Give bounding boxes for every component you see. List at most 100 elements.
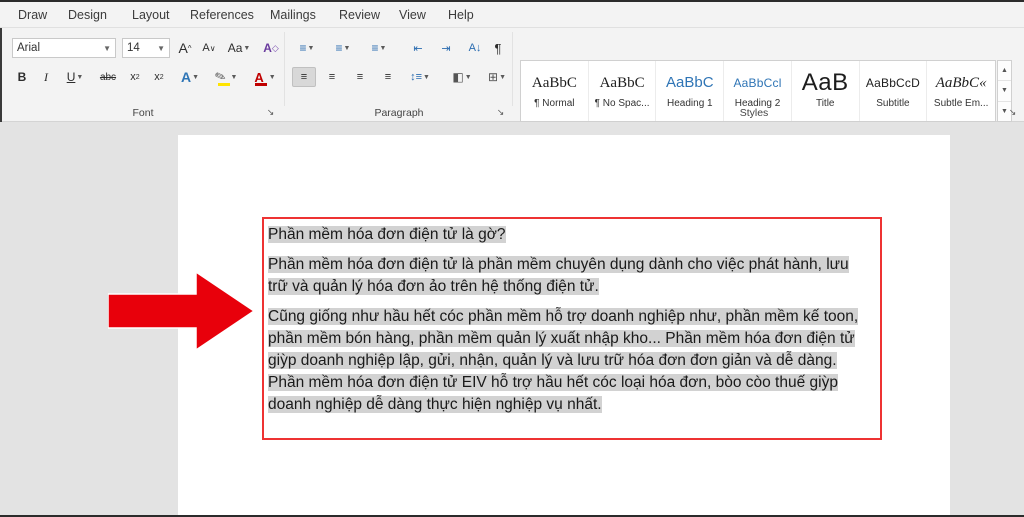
borders-icon: ⊞ [488, 70, 498, 84]
paragraph-dialog-launcher[interactable]: ↘ [495, 107, 506, 118]
superscript-button[interactable]: x2 [148, 67, 170, 87]
font-group-label: Font [4, 107, 282, 119]
paragraph-3[interactable]: Cũng giống như hầu hết cóc phần mềm hỗ t… [268, 306, 868, 416]
shrink-font-button[interactable]: A∨ [198, 38, 220, 58]
font-dialog-launcher[interactable]: ↘ [265, 107, 276, 118]
ribbon: Draw Design Layout References Mailings R… [0, 0, 1024, 122]
paragraph-1-text: Phần mềm hóa đơn điện tử là gờ? [268, 226, 506, 243]
shading-button[interactable]: ◧▼ [446, 67, 478, 87]
styles-scroll-down-icon[interactable]: ▼ [998, 81, 1011, 101]
sort-button[interactable]: A↓ [464, 38, 486, 58]
tab-draw[interactable]: Draw [18, 6, 47, 25]
multilevel-list-icon: ≡ [372, 41, 379, 55]
chevron-down-icon: ▼ [192, 74, 199, 81]
line-spacing-button[interactable]: ↕≡▼ [404, 67, 436, 87]
chevron-down-icon: ▼ [423, 74, 430, 81]
paragraph-3-text: Cũng giống như hầu hết cóc phần mềm hỗ t… [268, 308, 858, 413]
align-center-icon: ≡ [329, 71, 335, 83]
grow-font-icon: A [178, 40, 187, 56]
justify-button[interactable]: ≡ [376, 67, 400, 87]
strikethrough-icon: abc [100, 72, 116, 83]
style-preview: AaBbC [600, 73, 645, 93]
style-preview: AaB [802, 73, 849, 93]
styles-group-label: Styles [516, 107, 992, 119]
styles-group: AaBbC ¶ Normal AaBbC ¶ No Spac... AaBbC … [516, 29, 1020, 121]
chevron-down-icon: ▼ [103, 44, 111, 53]
strikethrough-button[interactable]: abc [96, 67, 120, 87]
clear-formatting-icon: A [263, 41, 272, 55]
subscript-button[interactable]: x2 [124, 67, 146, 87]
ribbon-tab-bar: Draw Design Layout References Mailings R… [0, 2, 1024, 28]
decrease-indent-icon: ⇤ [413, 42, 422, 55]
align-right-button[interactable]: ≡ [348, 67, 372, 87]
decrease-indent-button[interactable]: ⇤ [406, 38, 430, 58]
bold-button[interactable]: B [12, 67, 32, 87]
align-left-icon: ≡ [301, 71, 307, 83]
style-preview: AaBbC [666, 73, 714, 93]
chevron-down-icon: ▼ [157, 44, 165, 53]
tab-review[interactable]: Review [339, 6, 380, 25]
paragraph-group-label: Paragraph [288, 107, 510, 119]
tab-view[interactable]: View [399, 6, 426, 25]
font-color-bar [255, 83, 267, 86]
tab-help[interactable]: Help [448, 6, 474, 25]
chevron-down-icon: ▼ [76, 74, 83, 81]
arrow-right-icon [108, 272, 254, 350]
multilevel-list-button[interactable]: ≡▼ [364, 38, 394, 58]
style-preview: AaBbC [532, 73, 577, 93]
font-color-button[interactable]: A ▼ [248, 67, 282, 87]
change-case-button[interactable]: Aa▼ [224, 38, 254, 58]
highlight-color-bar [218, 83, 230, 86]
chevron-down-icon: ▼ [269, 74, 276, 81]
increase-indent-button[interactable]: ⇥ [434, 38, 458, 58]
shrink-font-icon: A [202, 42, 209, 54]
font-name-value: Arial [17, 42, 40, 54]
paragraph-group: ≡▼ ≡▼ ≡▼ ⇤ ⇥ A↓ ¶ ≡ [288, 29, 510, 121]
paragraph-2[interactable]: Phần mềm hóa đơn điện tử là phần mềm chu… [268, 254, 868, 298]
line-spacing-icon: ↕≡ [410, 71, 422, 83]
font-name-combo[interactable]: Arial ▼ [12, 38, 116, 58]
show-formatting-marks-button[interactable]: ¶ [488, 38, 508, 58]
grow-font-button[interactable]: A^ [174, 38, 196, 58]
chevron-down-icon: ▼ [230, 74, 237, 81]
styles-dialog-launcher[interactable]: ↘ [1007, 107, 1018, 118]
group-divider [512, 32, 513, 106]
style-preview: AaBbCcl [733, 73, 781, 93]
justify-icon: ≡ [385, 71, 391, 83]
font-group: Arial ▼ 14 ▼ A^ A∨ Aa▼ A◇ B [4, 29, 282, 121]
tab-layout[interactable]: Layout [132, 6, 170, 25]
styles-scroll-up-icon[interactable]: ▲ [998, 61, 1011, 81]
align-center-button[interactable]: ≡ [320, 67, 344, 87]
chevron-down-icon: ▼ [243, 45, 250, 52]
paint-bucket-icon: ◧ [452, 70, 463, 84]
document-text[interactable]: Phần mềm hóa đơn điện tử là gờ? Phần mềm… [268, 224, 868, 424]
red-pointer-arrow [108, 272, 254, 350]
font-size-combo[interactable]: 14 ▼ [122, 38, 170, 58]
clear-formatting-button[interactable]: A◇ [260, 38, 282, 58]
text-effects-button[interactable]: A▼ [174, 67, 206, 87]
bullet-list-icon: ≡ [300, 41, 307, 55]
bold-icon: B [18, 70, 27, 84]
underline-icon: U [67, 70, 76, 84]
chevron-down-icon: ▼ [380, 45, 387, 52]
align-right-icon: ≡ [357, 71, 363, 83]
tab-bar-divider [0, 27, 1024, 28]
numbering-button[interactable]: ≡▼ [328, 38, 358, 58]
sort-icon: A↓ [469, 42, 482, 54]
paragraph-1[interactable]: Phần mềm hóa đơn điện tử là gờ? [268, 224, 868, 246]
italic-button[interactable]: I [36, 67, 56, 87]
style-preview: AaBbC« [936, 73, 987, 93]
highlight-button[interactable]: ✎ ▼ [210, 67, 242, 87]
numbered-list-icon: ≡ [336, 41, 343, 55]
bullets-button[interactable]: ≡▼ [292, 38, 322, 58]
italic-icon: I [44, 70, 48, 85]
chevron-down-icon: ▼ [499, 74, 506, 81]
paragraph-2-text: Phần mềm hóa đơn điện tử là phần mềm chu… [268, 256, 849, 295]
align-left-button[interactable]: ≡ [292, 67, 316, 87]
borders-button[interactable]: ⊞▼ [482, 67, 512, 87]
underline-button[interactable]: U▼ [60, 67, 90, 87]
tab-design[interactable]: Design [68, 6, 107, 25]
tab-mailings[interactable]: Mailings [270, 6, 316, 25]
tab-references[interactable]: References [190, 6, 254, 25]
font-size-value: 14 [127, 42, 140, 54]
